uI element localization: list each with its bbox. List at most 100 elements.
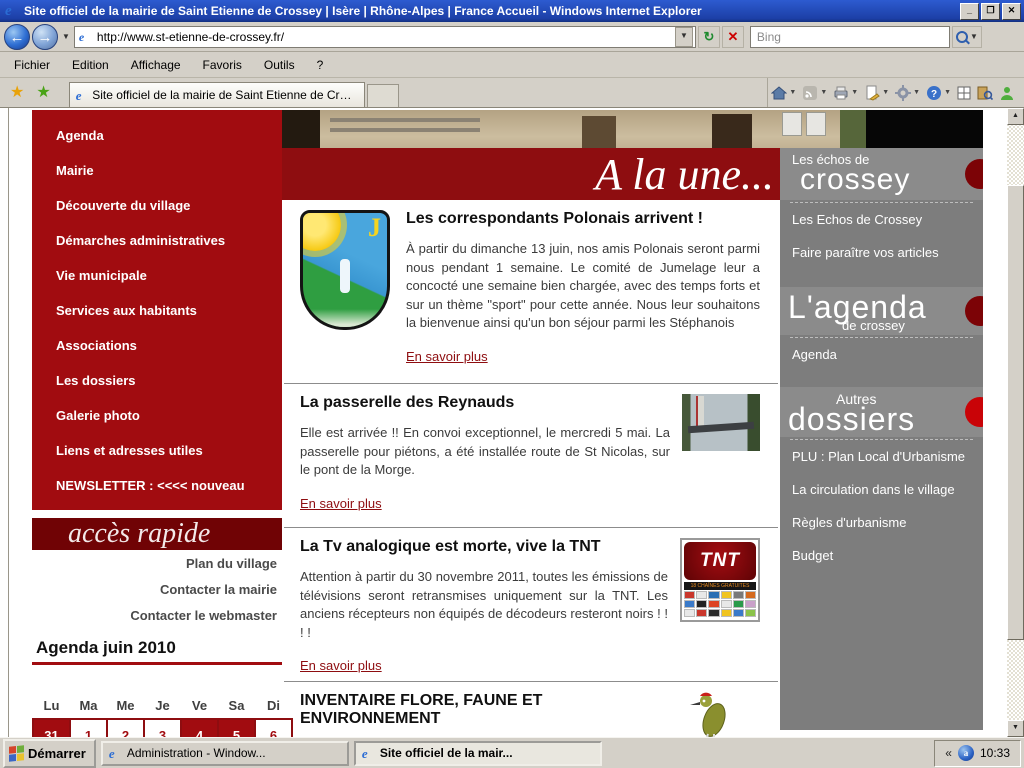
sidebar-section: L'agendade crosseyAgenda <box>780 287 983 371</box>
right-sidebar: Les échos decrosseyLes Echos de CrosseyF… <box>780 148 983 730</box>
url-input[interactable] <box>95 29 675 45</box>
sidebar-section: Les échos decrosseyLes Echos de CrosseyF… <box>780 148 983 269</box>
taskbar-ie-icon: e <box>109 747 122 760</box>
new-tab-stub[interactable] <box>367 84 399 107</box>
sidebar-item[interactable]: Liens et adresses utiles <box>32 433 282 468</box>
tab-active[interactable]: e Site officiel de la mairie de Saint Et… <box>69 82 365 107</box>
sidebar-link[interactable]: Budget <box>780 539 983 572</box>
tray-icon[interactable]: a <box>958 745 974 761</box>
quick-link[interactable]: Contacter le webmaster <box>32 608 277 623</box>
add-favorite-icon[interactable]: ★ <box>36 82 50 102</box>
taskbar-task[interactable]: eSite officiel de la mair... <box>354 741 602 766</box>
menu-item-fichier[interactable]: Fichier <box>14 58 50 72</box>
a-la-une-banner: A la une... <box>282 148 780 200</box>
print-icon[interactable]: ▼ <box>833 85 858 101</box>
article: La passerelle des ReynaudsElle est arriv… <box>282 384 780 527</box>
address-bar: ← → ▼ e ▼ ↻ ✕ ▼ <box>0 22 1024 52</box>
scrollbar-thumb[interactable] <box>1007 185 1024 640</box>
calendar-day-header: Sa <box>218 692 255 719</box>
menu-item-affichage[interactable]: Affichage <box>131 58 181 72</box>
tnt-logo-text: TNT <box>684 542 756 580</box>
sidebar-item[interactable]: Vie municipale <box>32 258 282 293</box>
calendar-day-header: Ve <box>181 692 218 719</box>
sidebar-item[interactable]: Découverte du village <box>32 188 282 223</box>
sidebar-item[interactable]: Associations <box>32 328 282 363</box>
taskbar-task-label: Site officiel de la mair... <box>380 746 513 760</box>
article: INVENTAIRE FLORE, FAUNE ET ENVIRONNEMENT <box>282 682 780 737</box>
article-more-link[interactable]: En savoir plus <box>406 349 488 364</box>
search-button[interactable]: ▼ <box>952 26 982 48</box>
start-button[interactable]: Démarrer <box>3 739 96 768</box>
favorites-icon[interactable]: ★ <box>10 82 24 102</box>
a-la-une-text: A la une... <box>595 150 774 200</box>
sidebar-item[interactable]: Agenda <box>32 118 282 153</box>
sidebar-link[interactable]: Règles d'urbanisme <box>780 506 983 539</box>
refresh-button[interactable]: ↻ <box>698 26 720 48</box>
article-list: JLes correspondants Polonais arrivent !À… <box>282 200 780 737</box>
messenger-icon[interactable] <box>999 85 1015 101</box>
tnt-logo-image: TNT18 chaînes gratuites <box>680 538 760 622</box>
tray-chevron[interactable]: « <box>945 746 952 760</box>
page-icon[interactable]: ▼ <box>864 85 889 101</box>
url-dropdown-icon[interactable]: ▼ <box>675 27 693 47</box>
stop-button[interactable]: ✕ <box>722 26 744 48</box>
sidebar-link[interactable]: Agenda <box>780 338 983 371</box>
sidebar-link[interactable]: Les Echos de Crossey <box>780 203 983 236</box>
article-more-link[interactable]: En savoir plus <box>300 658 382 673</box>
calendar-day-cell[interactable]: 1 <box>70 719 107 737</box>
sidebar-item[interactable]: Démarches administratives <box>32 223 282 258</box>
research-icon[interactable] <box>977 85 993 101</box>
close-button[interactable]: ✕ <box>1002 3 1021 20</box>
menu-item-outils[interactable]: Outils <box>264 58 295 72</box>
sidebar-item[interactable]: NEWSLETTER : <<<< nouveau <box>32 468 282 503</box>
calendar-day-cell[interactable]: 4 <box>181 719 218 737</box>
tab-title: Site officiel de la mairie de Saint Etie… <box>92 88 357 102</box>
site-favicon: e <box>79 31 91 43</box>
quick-link[interactable]: Plan du village <box>32 556 277 571</box>
sidebar-link[interactable]: La circulation dans le village <box>780 473 983 506</box>
help-icon[interactable]: ?▼ <box>926 85 951 101</box>
sidebar-section-header: Les échos decrossey <box>780 148 983 200</box>
sidebar-item[interactable]: Les dossiers <box>32 363 282 398</box>
forward-button[interactable]: → <box>32 24 58 50</box>
scroll-down-icon[interactable]: ▼ <box>1007 720 1024 737</box>
left-nav: AgendaMairieDécouverte du villageDémarch… <box>32 110 282 510</box>
home-icon[interactable]: ▼ <box>771 85 796 101</box>
quick-link[interactable]: Contacter la mairie <box>32 582 277 597</box>
taskbar-task[interactable]: e Administration - Window... <box>101 741 349 766</box>
menu-item-edition[interactable]: Edition <box>72 58 109 72</box>
calendar-day-cell[interactable]: 2 <box>107 719 144 737</box>
calendar-day-cell[interactable]: 5 <box>218 719 255 737</box>
article: TNT18 chaînes gratuitesLa Tv analogique … <box>282 528 780 681</box>
header-photo <box>282 110 866 148</box>
start-label: Démarrer <box>28 746 86 761</box>
feeds-icon[interactable]: ▼ <box>802 85 827 101</box>
taskbar-task-label: Administration - Window... <box>127 746 266 760</box>
system-tray: « a 10:33 <box>934 740 1021 767</box>
sidebar-link[interactable]: PLU : Plan Local d'Urbanisme <box>780 440 983 473</box>
history-dropdown-icon[interactable]: ▼ <box>62 32 70 41</box>
sidebar-section-header: Autresdossiers <box>780 387 983 437</box>
calendar-day-header: Ma <box>70 692 107 719</box>
calendar-day-cell[interactable]: 3 <box>144 719 181 737</box>
menu-item-?[interactable]: ? <box>317 58 324 72</box>
article-more-link[interactable]: En savoir plus <box>300 496 382 511</box>
menu-item-favoris[interactable]: Favoris <box>203 58 242 72</box>
back-button[interactable]: ← <box>4 24 30 50</box>
search-input[interactable] <box>755 29 945 45</box>
quick-links: Plan du village Contacter la mairie Contac… <box>32 556 277 634</box>
restore-button[interactable]: ❐ <box>981 3 1000 20</box>
minimize-button[interactable]: _ <box>960 3 979 20</box>
sidebar-link[interactable]: Faire paraître vos articles <box>780 236 983 269</box>
footbridge-photo-image <box>682 394 760 451</box>
sidebar-item[interactable]: Services aux habitants <box>32 293 282 328</box>
calendar-day-cell[interactable]: 31 <box>33 719 70 737</box>
address-field-wrap: e ▼ <box>74 26 696 48</box>
quick-tabs-icon[interactable] <box>957 85 971 101</box>
sidebar-item[interactable]: Galerie photo <box>32 398 282 433</box>
vertical-scrollbar[interactable]: ▲ ▼ <box>1007 108 1024 737</box>
scroll-up-icon[interactable]: ▲ <box>1007 108 1024 125</box>
tools-icon[interactable]: ▼ <box>895 85 920 101</box>
sidebar-item[interactable]: Mairie <box>32 153 282 188</box>
woodpecker-image <box>686 690 738 737</box>
